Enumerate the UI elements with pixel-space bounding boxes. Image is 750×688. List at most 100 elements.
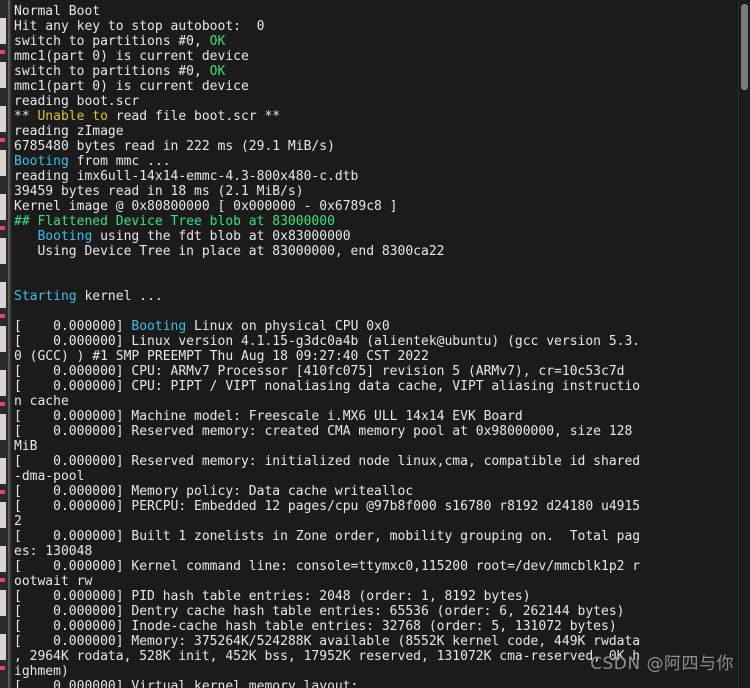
- console-line: switch to partitions #0, OK: [14, 34, 738, 49]
- console-text: 6785480 bytes read in 222 ms (29.1 MiB/s…: [14, 139, 335, 154]
- console-line: 0 (GCC) ) #1 SMP PREEMPT Thu Aug 18 09:2…: [14, 349, 738, 364]
- scrollbar-thumb[interactable]: [741, 4, 748, 90]
- gutter-dot-marker[interactable]: [0, 666, 5, 670]
- console-text: [ 0.000000] Built 1 zonelists in Zone or…: [14, 529, 641, 544]
- console-text: ## Flattened Device Tree blob at 8300000…: [14, 214, 335, 229]
- console-text: [ 0.000000] Reserved memory: created CMA…: [14, 424, 633, 439]
- console-output: Normal Boot Hit any key to stop autoboot:…: [14, 4, 738, 688]
- gutter-mark[interactable]: [0, 282, 6, 308]
- console-line: reading imx6ull-14x14-emmc-4.3-800x480-c…: [14, 169, 738, 184]
- console-text: [ 0.000000] Dentry cache hash table entr…: [14, 604, 625, 619]
- console-line: [ 0.000000] Kernel command line: console…: [14, 559, 738, 574]
- console-line: [ 0.000000] Memory policy: Data cache wr…: [14, 484, 738, 499]
- console-text: [ 0.000000] Virtual kernel memory layout…: [14, 679, 359, 688]
- console-text: MiB: [14, 439, 38, 454]
- gutter-mark[interactable]: [0, 634, 6, 660]
- console-line: ootwait rw: [14, 574, 738, 589]
- console-text: read file boot.scr **: [107, 109, 281, 124]
- console-text: 2: [14, 514, 22, 529]
- console-line: 6785480 bytes read in 222 ms (29.1 MiB/s…: [14, 139, 738, 154]
- console-line: Kernel image @ 0x80800000 [ 0x000000 - 0…: [14, 199, 738, 214]
- gutter-dot-marker[interactable]: [0, 226, 5, 230]
- console-line: [ 0.000000] Dentry cache hash table entr…: [14, 604, 738, 619]
- vertical-scrollbar[interactable]: [738, 0, 750, 688]
- console-text: switch to partitions #0,: [14, 34, 210, 49]
- gutter-dot-marker[interactable]: [0, 490, 5, 494]
- console-text: [ 0.000000]: [14, 319, 132, 334]
- console-text: ootwait rw: [14, 574, 93, 589]
- console-text: using the fdt blob at 0x83000000: [92, 229, 351, 244]
- gutter-mark[interactable]: [0, 18, 6, 44]
- console-line: ## Flattened Device Tree blob at 8300000…: [14, 214, 738, 229]
- console-text: OK: [209, 34, 226, 49]
- console-text: Linux on physical CPU 0x0: [186, 319, 390, 334]
- gutter-mark[interactable]: [0, 106, 6, 132]
- gutter-rail: [8, 0, 10, 688]
- console-line: [ 0.000000] Memory: 375264K/524288K avai…: [14, 634, 738, 649]
- console-text: ighmem): [14, 664, 69, 679]
- console-line: Using Device Tree in place at 83000000, …: [14, 244, 738, 259]
- gutter-mark[interactable]: [0, 458, 6, 484]
- gutter-dot-marker[interactable]: [0, 50, 5, 54]
- console-text: [ 0.000000] Linux version 4.1.15-g3dc0a4…: [14, 334, 641, 349]
- console-text: [ 0.000000] CPU: PIPT / VIPT nonaliasing…: [14, 379, 641, 394]
- console-line: [ 0.000000] CPU: ARMv7 Processor [410fc0…: [14, 364, 738, 379]
- console-line: Booting from mmc ...: [14, 154, 738, 169]
- console-text: Unable to: [37, 109, 108, 124]
- console-line: [ 0.000000] Reserved memory: initialized…: [14, 454, 738, 469]
- console-line: ** Unable to read file boot.scr **: [14, 109, 738, 124]
- gutter-mark[interactable]: [0, 370, 6, 396]
- gutter-dot-marker[interactable]: [0, 138, 5, 142]
- console-text: Starting: [14, 289, 77, 304]
- console-text: Booting: [131, 319, 187, 334]
- console-text: [ 0.000000] CPU: ARMv7 Processor [410fc0…: [14, 364, 625, 379]
- console-line: n cache: [14, 394, 738, 409]
- gutter-mark[interactable]: [0, 414, 6, 440]
- console-text: -dma-pool: [14, 469, 85, 484]
- gutter-mark[interactable]: [0, 546, 6, 572]
- gutter-dot-marker[interactable]: [0, 402, 5, 406]
- console-line: 2: [14, 514, 738, 529]
- console-text: 0 (GCC) ) #1 SMP PREEMPT Thu Aug 18 09:2…: [14, 349, 429, 364]
- console-line: Hit any key to stop autoboot: 0: [14, 19, 738, 34]
- console-line: reading boot.scr: [14, 94, 738, 109]
- console-text: Booting: [37, 229, 93, 244]
- console-text: Hit any key to stop autoboot: 0: [14, 19, 265, 34]
- gutter-dot-marker[interactable]: [0, 578, 5, 582]
- console-text: OK: [209, 64, 226, 79]
- console-line: es: 130048: [14, 544, 738, 559]
- left-marker-gutter[interactable]: [0, 0, 12, 688]
- console-text: [ 0.000000] PID hash table entries: 2048…: [14, 589, 531, 604]
- console-text: 39459 bytes read in 18 ms (2.1 MiB/s): [14, 184, 304, 199]
- console-line: [ 0.000000] Machine model: Freescale i.M…: [14, 409, 738, 424]
- console-text: reading imx6ull-14x14-emmc-4.3-800x480-c…: [14, 169, 359, 184]
- gutter-mark[interactable]: [0, 502, 6, 528]
- console-line: mmc1(part 0) is current device: [14, 79, 738, 94]
- console-line: MiB: [14, 439, 738, 454]
- console-text: [ 0.000000] Memory: 375264K/524288K avai…: [14, 634, 641, 649]
- gutter-mark[interactable]: [0, 590, 6, 616]
- console-text: n cache: [14, 394, 69, 409]
- gutter-mark[interactable]: [0, 194, 6, 220]
- console-line: [ 0.000000] Virtual kernel memory layout…: [14, 679, 738, 688]
- console-line: -dma-pool: [14, 469, 738, 484]
- gutter-mark[interactable]: [0, 62, 6, 88]
- console-line: [ 0.000000] PERCPU: Embedded 12 pages/cp…: [14, 499, 738, 514]
- console-text: [ 0.000000] Machine model: Freescale i.M…: [14, 409, 523, 424]
- console-line: 39459 bytes read in 18 ms (2.1 MiB/s): [14, 184, 738, 199]
- console-line: [ 0.000000] Booting Linux on physical CP…: [14, 319, 738, 334]
- console-text: mmc1(part 0) is current device: [14, 49, 249, 64]
- console-text: kernel ...: [76, 289, 163, 304]
- console-line: [ 0.000000] CPU: PIPT / VIPT nonaliasing…: [14, 379, 738, 394]
- gutter-mark[interactable]: [0, 326, 6, 352]
- gutter-dot-marker[interactable]: [0, 314, 5, 318]
- console-line: Normal Boot: [14, 4, 738, 19]
- console-line: [ 0.000000] PID hash table entries: 2048…: [14, 589, 738, 604]
- csdn-watermark: CSDN @阿四与你: [590, 654, 734, 674]
- console-text: Using Device Tree in place at 83000000, …: [14, 244, 445, 259]
- console-text: [ 0.000000] Kernel command line: console…: [14, 559, 641, 574]
- gutter-mark[interactable]: [0, 150, 6, 176]
- gutter-mark[interactable]: [0, 238, 6, 264]
